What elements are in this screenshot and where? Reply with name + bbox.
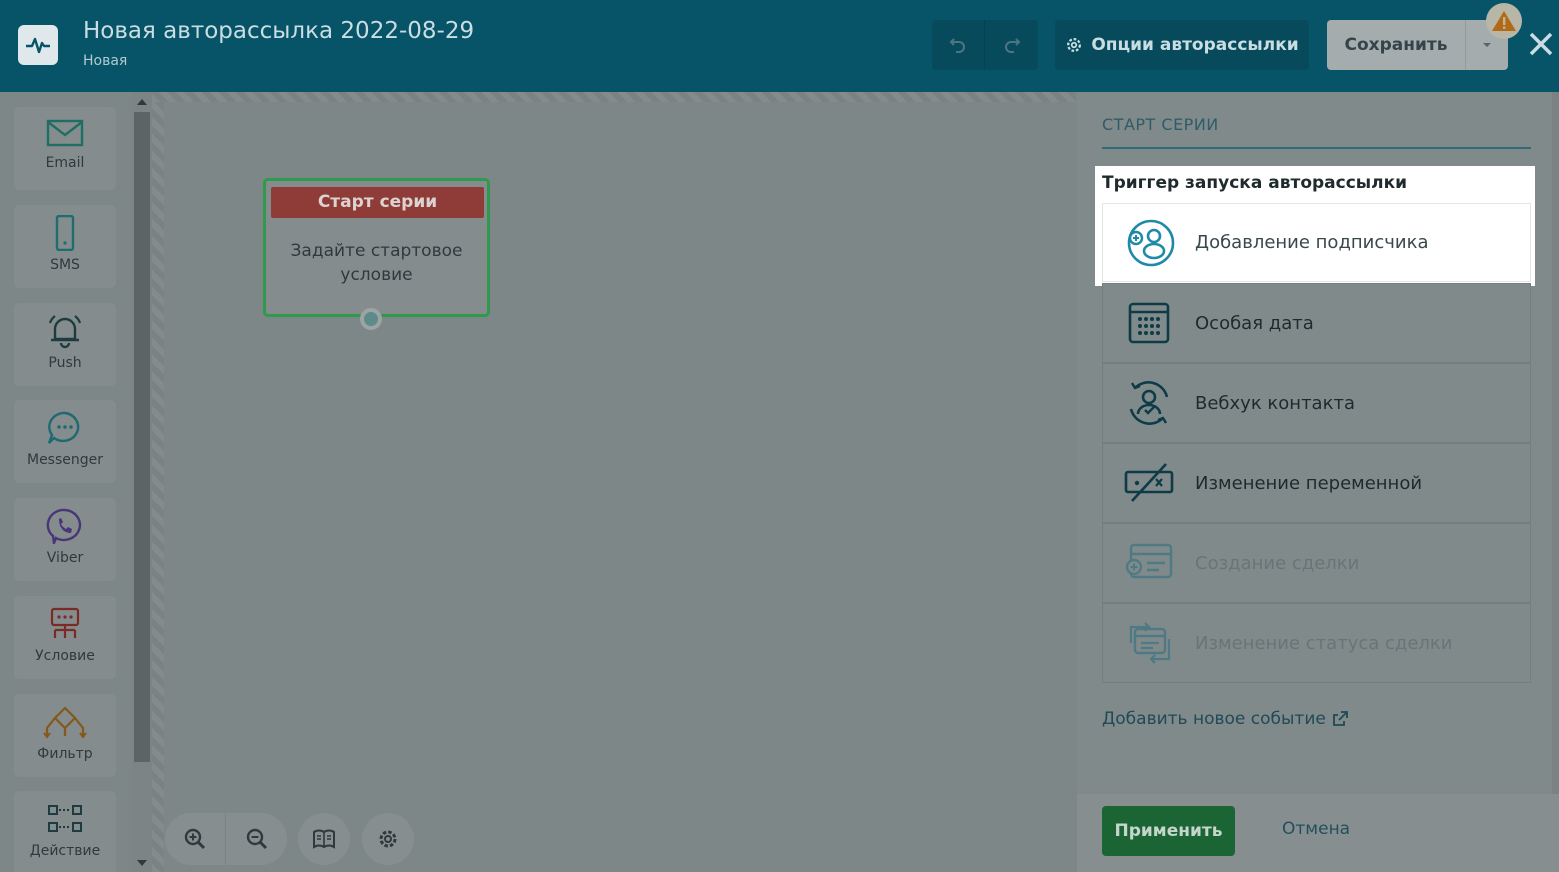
undo-button[interactable] (932, 20, 985, 70)
add-new-event-link[interactable]: Добавить новое событие (1102, 709, 1348, 729)
palette-item-viber[interactable]: Viber (14, 498, 116, 581)
undo-redo-group (932, 20, 1038, 70)
scroll-down-arrow-icon[interactable] (137, 860, 147, 866)
trigger-option-label: Вебхук контакта (1195, 392, 1355, 414)
palette-item-email[interactable]: Email (14, 107, 116, 190)
zoom-out-icon (246, 828, 267, 850)
node-description: Задайте стартовое условие (290, 241, 463, 285)
palette-item-label: Email (45, 155, 85, 171)
canvas-settings-button[interactable] (362, 813, 414, 865)
trigger-option-label: Изменение статуса сделки (1195, 632, 1453, 654)
palette-item-label: Viber (46, 550, 84, 566)
trigger-label: Триггер запуска авторассылки (1102, 173, 1408, 193)
book-icon (313, 829, 335, 849)
webhook-contact-icon (1129, 381, 1169, 425)
page-title: Новая авторассылка 2022-08-29 (83, 18, 475, 44)
palette-scrollbar-thumb[interactable] (134, 112, 150, 762)
guide-button[interactable] (298, 813, 350, 865)
trigger-option-label: Создание сделки (1195, 552, 1360, 574)
calendar-icon (1128, 302, 1170, 344)
caret-down-icon (1483, 43, 1491, 47)
viber-icon (46, 508, 82, 544)
trigger-option-deal-create[interactable]: Создание сделки (1102, 523, 1531, 603)
deal-status-icon (1129, 622, 1171, 664)
phone-icon (55, 215, 75, 251)
trigger-option-label: Добавление подписчика (1195, 232, 1429, 253)
deal-create-icon (1125, 543, 1173, 579)
canvas-border-top (152, 92, 1076, 102)
cancel-button[interactable]: Отмена (1282, 819, 1350, 839)
chat-bubble-icon (47, 411, 80, 444)
panel-scrollbar[interactable] (1552, 92, 1559, 794)
redo-button[interactable] (985, 20, 1038, 70)
save-button-group: Сохранить (1327, 20, 1508, 70)
warning-icon[interactable] (1486, 3, 1522, 39)
trigger-option-add-subscriber[interactable]: Добавление подписчика (1102, 203, 1531, 282)
palette-item-label: Условие (35, 648, 95, 664)
palette-item-filter[interactable]: Фильтр (14, 694, 116, 777)
filter-icon (43, 706, 87, 739)
add-new-event-label: Добавить новое событие (1102, 709, 1326, 729)
palette-item-label: Действие (29, 843, 101, 859)
palette-item-push[interactable]: Push (14, 303, 116, 386)
campaign-options-button[interactable]: Опции авторассылки (1055, 20, 1309, 70)
panel-title: СТАРТ СЕРИИ (1102, 115, 1219, 134)
bell-icon (48, 315, 82, 349)
external-link-icon (1332, 711, 1348, 726)
palette-item-condition[interactable]: Условие (14, 596, 116, 679)
gear-icon (1067, 38, 1082, 52)
palette-item-label: SMS (50, 257, 80, 273)
trigger-option-label: Особая дата (1195, 312, 1314, 334)
add-subscriber-icon (1127, 219, 1175, 266)
close-icon[interactable] (1527, 30, 1555, 58)
trigger-option-variable-change[interactable]: Изменение переменной (1102, 443, 1531, 523)
start-series-node[interactable]: Старт серии Задайте стартовое условие (263, 178, 490, 317)
zoom-in-button[interactable] (165, 813, 226, 865)
trigger-option-deal-status[interactable]: Изменение статуса сделки (1102, 603, 1531, 683)
trigger-option-contact-webhook[interactable]: Вебхук контакта (1102, 363, 1531, 443)
campaign-options-label: Опции авторассылки (1091, 35, 1299, 55)
scroll-up-arrow-icon[interactable] (137, 99, 147, 105)
zoom-out-button[interactable] (226, 813, 287, 865)
top-header: Новая авторассылка 2022-08-29 Новая Опци… (0, 0, 1559, 92)
undo-icon (949, 38, 965, 53)
save-button[interactable]: Сохранить (1327, 20, 1466, 70)
zoom-controls (165, 813, 287, 865)
panel-title-underline (1102, 147, 1531, 149)
redo-icon (1004, 38, 1020, 53)
variable-change-icon (1124, 463, 1174, 502)
canvas-border-left (152, 92, 164, 872)
palette-item-label: Push (48, 355, 82, 371)
palette-item-label: Фильтр (37, 746, 93, 762)
gear-icon (379, 830, 397, 848)
envelope-icon (46, 119, 84, 147)
palette-item-label: Messenger (26, 452, 104, 468)
trigger-option-special-date[interactable]: Особая дата (1102, 283, 1531, 363)
node-title: Старт серии (271, 187, 484, 218)
condition-icon (50, 607, 80, 638)
zoom-in-icon (184, 828, 206, 850)
app-logo-icon[interactable] (18, 25, 58, 65)
palette-item-messenger[interactable]: Messenger (14, 400, 116, 483)
node-output-port[interactable] (360, 308, 382, 330)
action-icon (48, 805, 82, 832)
palette-item-sms[interactable]: SMS (14, 205, 116, 288)
status-label: Новая (83, 53, 128, 69)
palette-item-action[interactable]: Действие (14, 791, 116, 872)
apply-button[interactable]: Применить (1102, 806, 1235, 856)
trigger-option-label: Изменение переменной (1195, 472, 1423, 494)
